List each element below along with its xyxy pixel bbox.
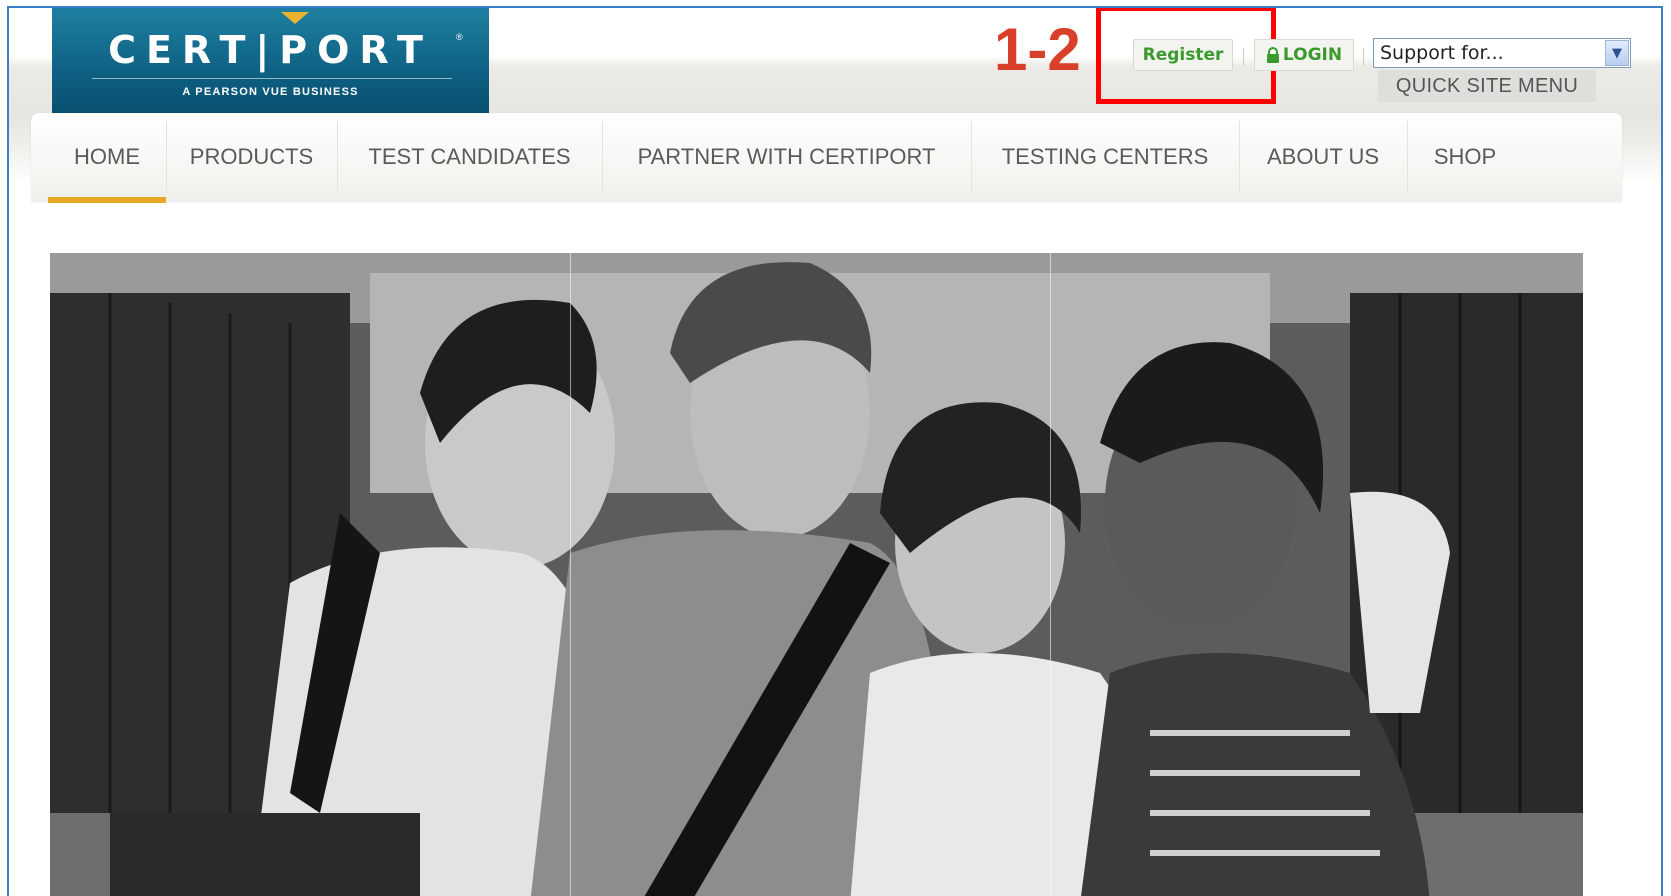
login-label: LOGIN xyxy=(1282,45,1343,65)
chevron-down-icon[interactable]: ▼ xyxy=(1605,40,1629,66)
nav-item-shop[interactable]: SHOP xyxy=(1407,113,1523,201)
hero-image xyxy=(50,253,1583,896)
nav-item-testing-centers[interactable]: TESTING CENTERS xyxy=(971,113,1239,201)
quick-site-menu-button[interactable]: QUICK SITE MENU xyxy=(1378,70,1596,102)
header-separator xyxy=(1243,48,1244,66)
logo-wordmark: CERT|PORT xyxy=(108,28,433,72)
nav-item-partner[interactable]: PARTNER WITH CERTIPORT xyxy=(602,113,971,201)
photo-panel-divider xyxy=(570,253,571,896)
active-tab-indicator xyxy=(48,197,166,203)
browser-viewport: CERT|PORT ® A PEARSON VUE BUSINESS 1-2 R… xyxy=(7,6,1663,896)
photo-panel-divider xyxy=(1050,253,1051,896)
certiport-logo[interactable]: CERT|PORT ® A PEARSON VUE BUSINESS xyxy=(52,8,489,114)
main-navigation: HOME PRODUCTS TEST CANDIDATES PARTNER WI… xyxy=(31,113,1622,203)
register-button[interactable]: Register xyxy=(1133,39,1233,71)
nav-item-home[interactable]: HOME xyxy=(48,113,166,201)
header-separator xyxy=(1363,48,1364,66)
logo-divider xyxy=(92,78,452,79)
login-button[interactable]: LOGIN xyxy=(1254,39,1354,71)
logo-accent-mark xyxy=(281,12,309,24)
support-for-select[interactable]: Support for... ▼ xyxy=(1373,38,1631,68)
logo-subtitle: A PEARSON VUE BUSINESS xyxy=(182,86,359,98)
step-annotation: 1-2 xyxy=(994,16,1081,83)
hero-photo-placeholder xyxy=(50,253,1583,896)
lock-icon xyxy=(1266,46,1279,63)
logo-registered-mark: ® xyxy=(456,32,463,42)
nav-item-about-us[interactable]: ABOUT US xyxy=(1239,113,1407,201)
nav-item-test-candidates[interactable]: TEST CANDIDATES xyxy=(337,113,602,201)
nav-item-products[interactable]: PRODUCTS xyxy=(166,113,337,201)
support-select-value: Support for... xyxy=(1380,42,1504,64)
